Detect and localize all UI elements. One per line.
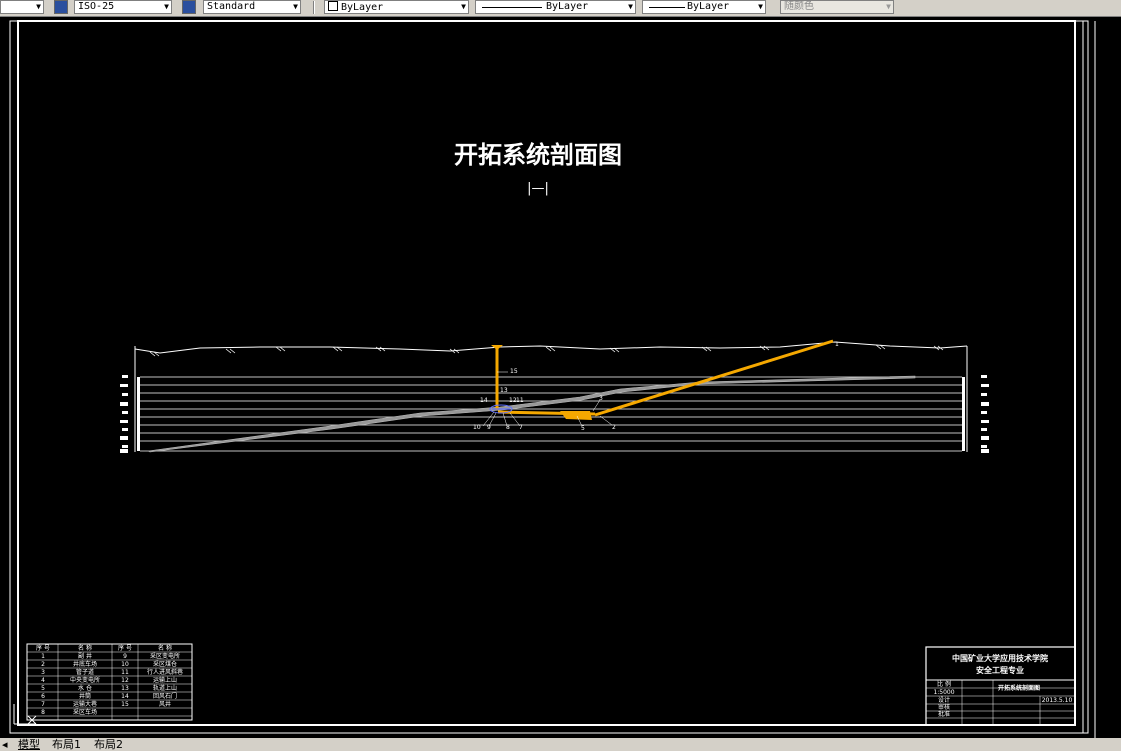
linetype-sample bbox=[482, 7, 542, 8]
legend-cell: 水 仓 bbox=[78, 684, 92, 692]
label-9: 9 bbox=[487, 424, 491, 431]
chevron-down-icon: ▼ bbox=[886, 2, 891, 11]
legend-cell: 10 bbox=[121, 661, 129, 668]
chevron-down-icon: ▼ bbox=[461, 2, 466, 11]
legend-cell: 13 bbox=[121, 685, 129, 692]
label-8: 8 bbox=[506, 424, 510, 431]
toolbar-separator bbox=[313, 1, 315, 14]
legend-cell: 井底车场 bbox=[73, 660, 97, 668]
major-name: 安全工程专业 bbox=[976, 665, 1024, 675]
label-13: 13 bbox=[500, 387, 508, 394]
lineweight-select[interactable]: ByLayer ▼ bbox=[642, 0, 766, 14]
legend-cell: 轨道上山 bbox=[153, 684, 177, 692]
scale-value: 1:5000 bbox=[933, 689, 954, 696]
label-15: 15 bbox=[510, 368, 518, 375]
label-10: 10 bbox=[473, 424, 481, 431]
legend-cell: 1 bbox=[41, 653, 45, 660]
legend-cell: 7 bbox=[41, 701, 45, 708]
legend-cell: 副 井 bbox=[78, 652, 92, 660]
drawing-canvas[interactable]: 开拓系统剖面图 |—| 15 13 14 12 11 3 10 9 8 7 5 … bbox=[0, 16, 1121, 738]
drawing-date: 2013.5.10 bbox=[1042, 697, 1073, 704]
chevron-down-icon: ▼ bbox=[293, 2, 298, 11]
legend-cell: 12 bbox=[121, 677, 129, 684]
legend-cell: 8 bbox=[41, 709, 45, 716]
legend-header: 序 号 bbox=[36, 644, 50, 652]
legend-cell: 风井 bbox=[159, 700, 171, 708]
legend-cell: 11 bbox=[121, 669, 129, 676]
legend-cell: 9 bbox=[123, 653, 127, 660]
tablestyle-icon[interactable] bbox=[182, 0, 196, 14]
label-5: 5 bbox=[581, 425, 585, 432]
tab-layout1[interactable]: 布局1 bbox=[52, 738, 81, 751]
checker-label: 审核 bbox=[938, 703, 950, 711]
legend-cell: 2 bbox=[41, 661, 45, 668]
layout-tab-bar: ◂ 模型 布局1 布局2 bbox=[0, 738, 1121, 751]
plotstyle-select: 随颜色 ▼ bbox=[780, 0, 894, 14]
legend-cell: 4 bbox=[41, 677, 45, 684]
legend-cell: 运输大巷 bbox=[73, 700, 97, 708]
chevron-down-icon: ▼ bbox=[758, 2, 763, 11]
label-1: 1 bbox=[835, 341, 839, 348]
legend-cell: 3 bbox=[41, 669, 45, 676]
legend-cell: 15 bbox=[121, 701, 129, 708]
leader-lines bbox=[482, 371, 613, 427]
legend-cell: 5 bbox=[41, 685, 45, 692]
dimstyle-select[interactable]: ISO-25 ▼ bbox=[74, 0, 172, 14]
paper-inner-border bbox=[17, 20, 1076, 726]
drawing-name: 开拓系统剖面图 bbox=[998, 684, 1040, 692]
tab-model[interactable]: 模型 bbox=[18, 738, 40, 751]
label-7: 7 bbox=[519, 424, 523, 431]
prev-dropdown[interactable]: ▼ bbox=[0, 0, 44, 14]
legend-cell: 井筒 bbox=[79, 692, 91, 700]
legend-cell: 中央变电所 bbox=[70, 676, 100, 684]
drawing-title: 开拓系统剖面图 bbox=[454, 141, 622, 169]
legend-header: 序 号 bbox=[118, 644, 132, 652]
legend-cell: 采区煤仓 bbox=[153, 660, 177, 668]
legend-header: 名 称 bbox=[78, 644, 92, 652]
legend-header: 名 称 bbox=[158, 644, 172, 652]
tab-nav-prev[interactable]: ◂ bbox=[2, 738, 8, 751]
label-2: 2 bbox=[612, 424, 616, 431]
designer-label: 设计 bbox=[938, 696, 950, 704]
color-swatch-icon bbox=[328, 1, 338, 11]
color-select[interactable]: ByLayer ▼ bbox=[324, 0, 469, 14]
legend-cell: 回风石门 bbox=[153, 692, 177, 700]
chevron-down-icon: ▼ bbox=[36, 2, 41, 11]
tablestyle-select[interactable]: Standard ▼ bbox=[203, 0, 301, 14]
approver-label: 批准 bbox=[938, 710, 950, 718]
label-11: 11 bbox=[516, 397, 524, 404]
properties-toolbar: ▼ ISO-25 ▼ Standard ▼ ByLayer ▼ ByLayer ▼ By… bbox=[0, 0, 1121, 17]
school-name: 中国矿业大学应用技术学院 bbox=[952, 653, 1048, 663]
shaft-bottom-yard bbox=[560, 411, 592, 420]
title-block: 中国矿业大学应用技术学院 安全工程专业 比 例 1:5000 开拓系统剖面图 2… bbox=[925, 646, 1076, 726]
tab-layout2[interactable]: 布局2 bbox=[94, 738, 123, 751]
elevation-scale-right bbox=[962, 375, 989, 453]
scale-label: 比 例 bbox=[937, 680, 951, 688]
section-profile: 15 13 14 12 11 3 10 9 8 7 5 2 1 bbox=[120, 339, 989, 453]
chevron-down-icon: ▼ bbox=[628, 2, 633, 11]
drawing-subtitle: |—| bbox=[527, 181, 549, 196]
label-3: 3 bbox=[599, 395, 603, 402]
legend-cell: 6 bbox=[41, 693, 45, 700]
legend-cell: 运输上山 bbox=[153, 676, 177, 684]
legend-cell: 采区变电所 bbox=[150, 652, 180, 660]
chevron-down-icon: ▼ bbox=[164, 2, 169, 11]
lineweight-sample bbox=[649, 7, 685, 8]
legend-cell: 采区车场 bbox=[73, 708, 97, 716]
legend-cell: 14 bbox=[121, 693, 129, 700]
label-14: 14 bbox=[480, 397, 488, 404]
main-incline-shaft bbox=[594, 339, 834, 417]
legend-table: 序 号 名 称 序 号 名 称 1 副 井 9 采区变电所 2 井底车场 10 … bbox=[26, 643, 193, 721]
elevation-scale-left bbox=[120, 375, 140, 453]
dimstyle-icon[interactable] bbox=[54, 0, 68, 14]
legend-cell: 行人进风斜巷 bbox=[147, 668, 183, 676]
legend-cell: 管子道 bbox=[76, 668, 94, 676]
linetype-select[interactable]: ByLayer ▼ bbox=[475, 0, 636, 14]
